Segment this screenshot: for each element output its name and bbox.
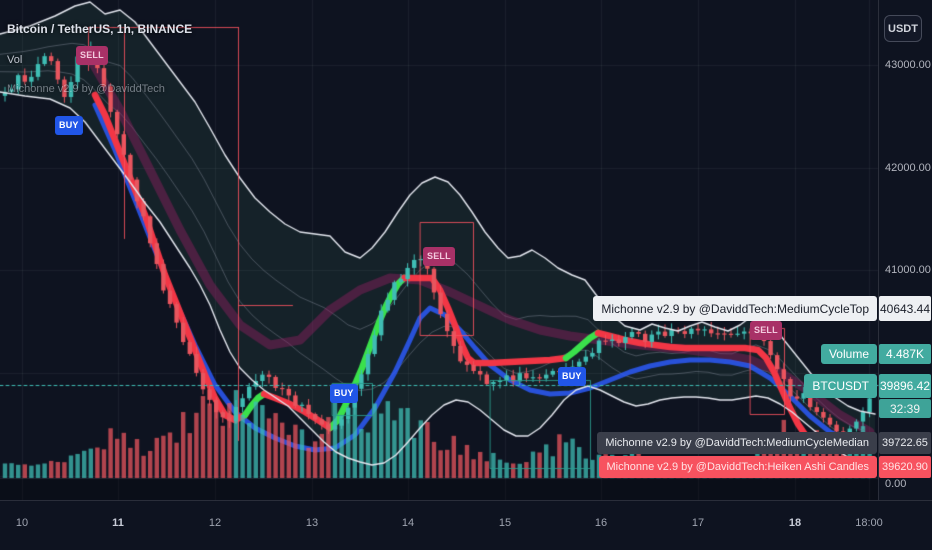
time-tick: 15 [498, 517, 512, 529]
buy-signal-badge: BUY [330, 384, 358, 403]
price-tick: 41000.00 [885, 264, 931, 276]
time-tick: 18:00 [855, 517, 883, 529]
time-tick: 17 [691, 517, 705, 529]
time-axis-divider[interactable] [0, 500, 932, 501]
buy-signal-badge: BUY [558, 367, 586, 386]
time-tick: 16 [594, 517, 608, 529]
time-tick: 10 [15, 517, 29, 529]
heiken-ashi-label: Michonne v2.9 by @DaviddTech:Heiken Ashi… [598, 456, 877, 478]
symbol-title[interactable]: Bitcoin / TetherUS, 1h, BINANCE [7, 22, 192, 36]
price-axis-divider[interactable] [878, 0, 879, 500]
last-price-value: 39896.42 [879, 374, 931, 398]
price-tick: 42000.00 [885, 162, 931, 174]
cycle-median-label: Michonne v2.9 by @DaviddTech:MediumCycle… [597, 432, 877, 454]
buy-signal-badge: BUY [55, 116, 83, 135]
time-tick: 18 [788, 517, 802, 529]
tradingview-chart-window: Bitcoin / TetherUS, 1h, BINANCE Vol Mich… [0, 0, 932, 550]
time-tick: 14 [401, 517, 415, 529]
volume-axis-value: 4.487K [879, 344, 931, 364]
time-tick: 11 [112, 517, 124, 529]
currency-toggle-button[interactable]: USDT [884, 15, 922, 42]
symbol-axis-label: BTCUSDT [804, 374, 877, 398]
price-tick: 0.00 [885, 478, 907, 490]
price-tick: 43000.00 [885, 59, 931, 71]
michonne-indicator-label[interactable]: Michonne v2.9 by @DaviddTech [7, 83, 192, 95]
volume-axis-label: Volume [820, 344, 877, 364]
cycle-top-label: Michonne v2.9 by @DaviddTech:MediumCycle… [593, 296, 877, 321]
volume-indicator-label[interactable]: Vol [7, 54, 192, 66]
sell-signal-badge: SELL [750, 321, 782, 340]
cycle-median-value: 39722.65 [879, 432, 931, 454]
heiken-ashi-value: 39620.90 [879, 456, 931, 478]
bar-countdown-value: 32:39 [879, 399, 931, 418]
cycle-top-value: 40643.44 [879, 296, 931, 321]
sell-signal-badge: SELL [423, 247, 455, 266]
time-tick: 12 [208, 517, 222, 529]
chart-legend: Bitcoin / TetherUS, 1h, BINANCE Vol Mich… [7, 22, 192, 95]
time-tick: 13 [305, 517, 319, 529]
